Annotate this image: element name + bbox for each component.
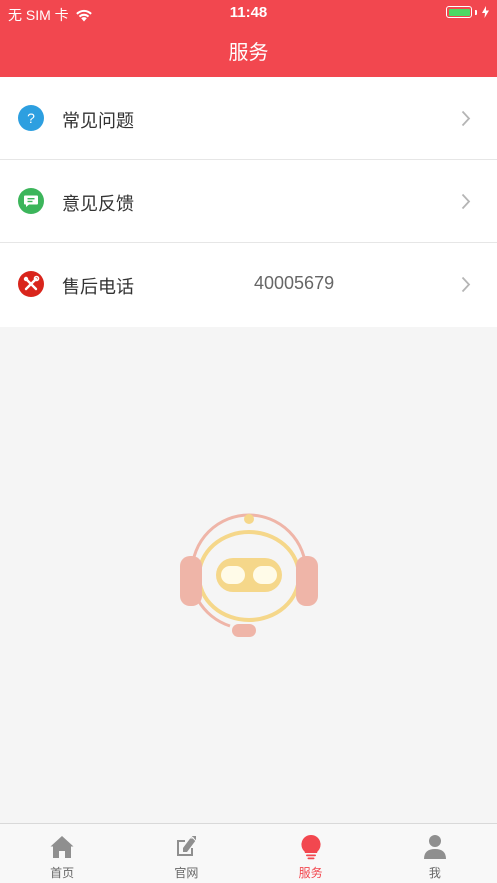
chevron-right-icon	[461, 276, 471, 293]
service-menu: ? 常见问题 意见反馈 售后电话 40005679	[0, 77, 497, 327]
menu-item-label: 常见问题	[62, 111, 134, 131]
menu-item-feedback[interactable]: 意见反馈	[0, 160, 497, 243]
menu-item-label: 意见反馈	[62, 194, 134, 214]
menu-item-faq[interactable]: ? 常见问题	[0, 77, 497, 160]
menu-item-hotline[interactable]: 售后电话 40005679	[0, 243, 497, 327]
tab-bar: 首页 官网 服务 我	[0, 823, 497, 883]
lightbulb-icon	[301, 834, 321, 860]
hotline-number[interactable]: 40005679	[254, 273, 334, 294]
tab-label: 服务	[298, 866, 323, 880]
chevron-right-icon	[461, 110, 471, 127]
feedback-icon	[18, 188, 44, 214]
tools-icon	[18, 271, 44, 297]
tab-label: 官网	[174, 866, 199, 880]
tab-label: 我	[428, 866, 441, 880]
header: 无 SIM 卡 11:48 服务	[0, 0, 497, 77]
battery-icon	[446, 6, 472, 18]
question-icon: ?	[18, 105, 44, 131]
tab-service[interactable]: 服务	[249, 824, 373, 883]
website-icon	[177, 835, 197, 856]
status-time: 11:48	[229, 4, 268, 21]
page-title: 服务	[228, 42, 269, 64]
tab-website[interactable]: 官网	[124, 824, 248, 883]
robot-headset-icon	[178, 512, 320, 640]
screen: 无 SIM 卡 11:48 服务 ? 常见问题 意见反馈 售后电话 400056…	[0, 0, 497, 883]
status-bar: 无 SIM 卡 11:48	[0, 0, 497, 26]
chevron-right-icon	[461, 193, 471, 210]
tab-me[interactable]: 我	[373, 824, 497, 883]
home-icon	[50, 836, 74, 858]
charging-icon	[482, 6, 489, 18]
tab-home[interactable]: 首页	[0, 824, 124, 883]
person-icon	[423, 835, 446, 859]
svg-text:?: ?	[27, 110, 35, 126]
battery-indicator	[446, 6, 489, 18]
tab-label: 首页	[50, 866, 75, 880]
menu-item-label: 售后电话	[62, 277, 134, 297]
